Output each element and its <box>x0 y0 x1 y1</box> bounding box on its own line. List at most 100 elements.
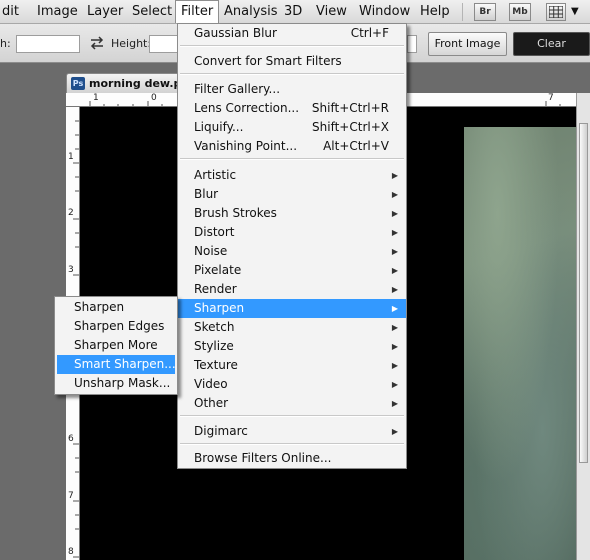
height-label: Height: <box>111 37 152 50</box>
menu-item-label: Smart Sharpen... <box>74 357 176 371</box>
menu-separator <box>180 415 404 417</box>
menu-item-label: Gaussian Blur <box>194 26 277 40</box>
filter-liquify[interactable]: Liquify... Shift+Ctrl+X <box>178 118 406 137</box>
submenu-arrow-icon: ▶ <box>391 399 398 408</box>
front-image-button[interactable]: Front Image <box>428 32 507 56</box>
filter-browse-online[interactable]: Browse Filters Online... <box>178 449 406 468</box>
menu-select[interactable]: Select <box>132 0 172 23</box>
submenu-arrow-icon: ▶ <box>391 361 398 370</box>
filter-texture[interactable]: Texture ▶ <box>178 356 406 375</box>
resolution-field[interactable] <box>407 35 417 53</box>
menu-item-label: Vanishing Point... <box>194 139 298 153</box>
grid-icon <box>548 5 564 19</box>
menu-item-label: Liquify... <box>194 120 244 134</box>
filter-other[interactable]: Other ▶ <box>178 394 406 413</box>
filter-brush-strokes[interactable]: Brush Strokes ▶ <box>178 204 406 223</box>
submenu-arrow-icon: ▶ <box>391 228 398 237</box>
document-title: morning dew.ps <box>89 77 188 90</box>
filter-gaussian-blur[interactable]: Gaussian Blur Ctrl+F <box>178 24 406 43</box>
submenu-arrow-icon: ▶ <box>391 209 398 218</box>
menu-filter[interactable]: Filter <box>175 0 220 23</box>
menu-window[interactable]: Window <box>359 0 410 23</box>
menu-item-shortcut: Alt+Ctrl+V <box>323 139 389 153</box>
submenu-arrow-icon: ▶ <box>391 247 398 256</box>
filter-pixelate[interactable]: Pixelate ▶ <box>178 261 406 280</box>
filter-gallery[interactable]: Filter Gallery... <box>178 80 406 99</box>
width-label: h: <box>0 37 11 50</box>
submenu-arrow-icon: ▶ <box>391 380 398 389</box>
menu-image[interactable]: Image <box>37 0 78 23</box>
sharpen-submenu: Sharpen Sharpen Edges Sharpen More Smart… <box>54 296 178 395</box>
photo-layer[interactable] <box>464 127 576 560</box>
menu-item-label: Render <box>194 282 237 296</box>
filter-stylize[interactable]: Stylize ▶ <box>178 337 406 356</box>
view-extras-button[interactable] <box>546 3 566 21</box>
menu-item-shortcut: Shift+Ctrl+R <box>311 101 389 115</box>
bridge-button[interactable]: Br <box>474 3 496 21</box>
menu-item-label: Brush Strokes <box>194 206 277 220</box>
menu-item-label: Convert for Smart Filters <box>194 54 342 68</box>
menu-item-label: Sharpen More <box>74 338 158 352</box>
menu-separator <box>180 45 404 47</box>
menu-item-label: Noise <box>194 244 228 258</box>
submenu-arrow-icon: ▶ <box>391 427 398 436</box>
sharpen-item[interactable]: Sharpen <box>57 298 175 317</box>
submenu-arrow-icon: ▶ <box>391 266 398 275</box>
menu-layer[interactable]: Layer <box>87 0 123 23</box>
filter-video[interactable]: Video ▶ <box>178 375 406 394</box>
menu-separator <box>180 443 404 445</box>
arrange-dropdown-icon[interactable]: ▼ <box>571 0 579 23</box>
submenu-arrow-icon: ▶ <box>391 342 398 351</box>
menu-item-label: Lens Correction... <box>194 101 300 115</box>
unsharp-mask-item[interactable]: Unsharp Mask... <box>57 374 175 393</box>
sharpen-edges-item[interactable]: Sharpen Edges <box>57 317 175 336</box>
scrollbar-thumb[interactable] <box>579 123 588 463</box>
menu-separator <box>180 73 404 75</box>
submenu-arrow-icon: ▶ <box>391 285 398 294</box>
menu-item-label: Other <box>194 396 229 410</box>
filter-blur[interactable]: Blur ▶ <box>178 185 406 204</box>
width-field[interactable] <box>16 35 80 53</box>
vertical-scrollbar[interactable] <box>576 93 590 560</box>
menu-3d[interactable]: 3D <box>284 0 302 23</box>
menu-item-label: Texture <box>194 358 238 372</box>
menu-item-label: Browse Filters Online... <box>194 451 332 465</box>
submenu-arrow-icon: ▶ <box>391 304 398 313</box>
menu-item-label: Sketch <box>194 320 235 334</box>
filter-sketch[interactable]: Sketch ▶ <box>178 318 406 337</box>
submenu-arrow-icon: ▶ <box>391 171 398 180</box>
menu-item-label: Video <box>194 377 228 391</box>
filter-convert-smart[interactable]: Convert for Smart Filters <box>178 52 406 71</box>
menu-bar: dit Image Layer Select Filter Analysis 3… <box>0 0 590 24</box>
filter-vanishing-point[interactable]: Vanishing Point... Alt+Ctrl+V <box>178 137 406 156</box>
menu-item-label: Stylize <box>194 339 234 353</box>
swap-arrows-icon[interactable] <box>89 35 105 54</box>
menu-view[interactable]: View <box>316 0 347 23</box>
menu-item-label: Sharpen <box>194 301 245 315</box>
menu-item-label: Artistic <box>194 168 237 182</box>
menu-item-shortcut: Ctrl+F <box>350 26 389 40</box>
filter-digimarc[interactable]: Digimarc ▶ <box>178 422 406 441</box>
menu-separator <box>180 158 404 160</box>
mini-bridge-button[interactable]: Mb <box>509 3 531 21</box>
filter-distort[interactable]: Distort ▶ <box>178 223 406 242</box>
menu-item-label: Blur <box>194 187 219 201</box>
menu-item-shortcut: Shift+Ctrl+X <box>312 120 389 134</box>
submenu-arrow-icon: ▶ <box>391 190 398 199</box>
menubar-divider <box>462 3 463 21</box>
filter-sharpen[interactable]: Sharpen ▶ <box>178 299 406 318</box>
menu-edit[interactable]: dit <box>2 0 19 23</box>
photoshop-file-icon: Ps <box>71 77 85 90</box>
menu-item-label: Sharpen Edges <box>74 319 165 333</box>
menu-item-label: Filter Gallery... <box>194 82 281 96</box>
clear-button[interactable]: Clear <box>513 32 590 56</box>
menu-help[interactable]: Help <box>420 0 450 23</box>
sharpen-more-item[interactable]: Sharpen More <box>57 336 175 355</box>
filter-artistic[interactable]: Artistic ▶ <box>178 166 406 185</box>
filter-noise[interactable]: Noise ▶ <box>178 242 406 261</box>
smart-sharpen-item[interactable]: Smart Sharpen... <box>57 355 176 374</box>
filter-render[interactable]: Render ▶ <box>178 280 406 299</box>
filter-lens-correction[interactable]: Lens Correction... Shift+Ctrl+R <box>178 99 406 118</box>
document-tab[interactable]: Ps morning dew.ps <box>66 73 188 93</box>
menu-analysis[interactable]: Analysis <box>224 0 278 23</box>
